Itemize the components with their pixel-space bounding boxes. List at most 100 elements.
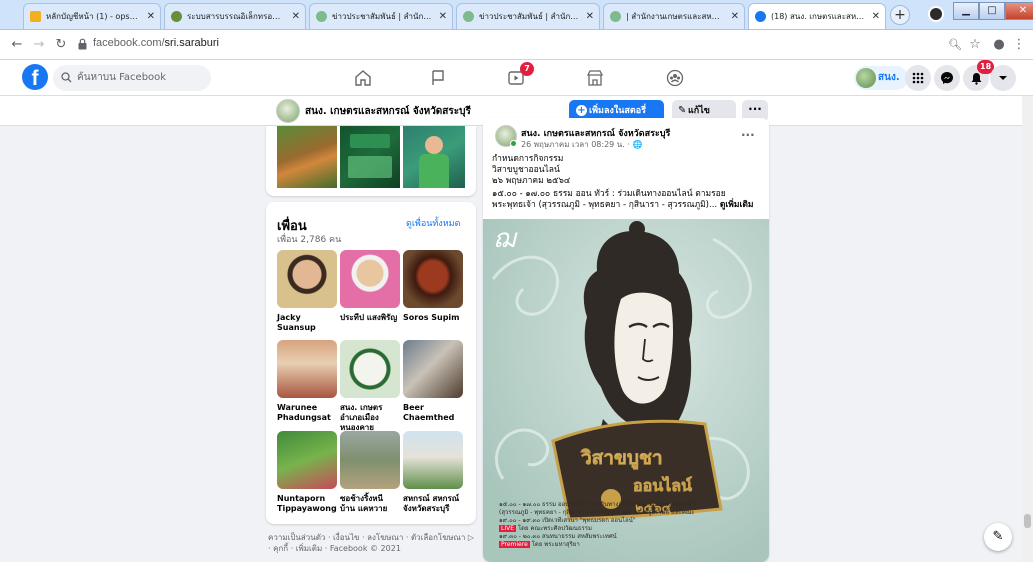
browser-tab[interactable]: | สำนักงานเกษตรและสหกรณ์ จังหวัด ✕ — [603, 3, 745, 29]
scrollbar-thumb[interactable] — [1024, 514, 1031, 528]
tab-favicon-icon — [316, 11, 327, 22]
address-bar: ← → ↻ facebook.com/sri.saraburi 🔍︎ ☆ ● ⋮ — [0, 30, 1033, 60]
account-menu-button[interactable] — [990, 65, 1016, 91]
friend-name[interactable]: Nuntaporn Tippayawong — [277, 494, 337, 514]
friend-photo[interactable] — [340, 431, 400, 489]
nav-watch[interactable]: 7 — [496, 62, 536, 92]
reload-icon[interactable]: ↻ — [52, 36, 70, 54]
see-all-friends-link[interactable]: ดูเพื่อนทั้งหมด — [406, 216, 460, 230]
close-window-button[interactable]: ✕ — [1005, 2, 1033, 20]
friend-name[interactable]: ซอช้างริ้งหนี บ้าน แคหวาย — [340, 494, 400, 514]
post-image[interactable]: ฌ วิสาขบูชา ออนไลน์ ๒๕๖๔ ๑๕.๐๐ - ๑๗.๐๐ ธ… — [483, 219, 769, 562]
friend-photo[interactable] — [277, 340, 337, 398]
maximize-button[interactable]: □ — [979, 2, 1005, 20]
post-body: กำหนดการกิจกรรม วิสาขบูชาออนไลน์ ๒๖ พฤษภ… — [492, 154, 762, 211]
friend-photo[interactable] — [403, 250, 463, 308]
friend-item[interactable]: Soros Supim — [403, 250, 463, 323]
add-to-story-label: เพิ่มลงในสตอรี่ — [589, 106, 646, 116]
page-title[interactable]: สนง. เกษตรและสหกรณ์ จังหวัดสระบุรี — [305, 104, 471, 119]
groups-icon — [666, 69, 684, 87]
tab-title: | สำนักงานเกษตรและสหกรณ์ จังหวัด — [626, 12, 724, 21]
browser-profile-icon[interactable] — [928, 6, 944, 22]
poster-title-line2: ออนไลน์ — [633, 476, 692, 495]
tab-close-icon[interactable]: ✕ — [147, 4, 155, 29]
friend-photo[interactable] — [403, 431, 463, 489]
tab-close-icon[interactable]: ✕ — [731, 4, 739, 29]
browser-tab-active[interactable]: (18) สนง. เกษตรและสหกรณ์ จังหวัด ✕ — [748, 3, 886, 29]
friend-name[interactable]: Soros Supim — [403, 313, 463, 323]
friend-name[interactable]: สนง. เกษตร อำเภอเมือง หนองคาย — [340, 403, 400, 433]
friend-item[interactable]: สหกรณ์ สหกรณ์ จังหวัดสระบุรี — [403, 431, 463, 514]
post-options-button[interactable]: ··· — [741, 128, 755, 142]
page-avatar[interactable] — [276, 99, 300, 123]
new-message-button[interactable]: ✎ — [984, 523, 1012, 551]
browser-tab[interactable]: ข่าวประชาสัมพันธ์ | สำนักงานเกษตร ✕ — [309, 3, 453, 29]
url-host: facebook.com/ — [93, 37, 165, 49]
lock-icon — [78, 38, 87, 50]
avatar — [856, 68, 876, 88]
friend-item[interactable]: Nuntaporn Tippayawong — [277, 431, 337, 514]
friend-photo[interactable] — [340, 340, 400, 398]
post-timestamp[interactable]: 26 พฤษภาคม เวลา 08:29 น. · 🌐 — [521, 138, 642, 151]
friend-item[interactable]: Beer Chaemthed — [403, 340, 463, 423]
friend-photo[interactable] — [403, 340, 463, 398]
friend-name[interactable]: ประทีป แสงพิรัญ — [340, 313, 400, 323]
photo-thumbnail[interactable] — [340, 126, 400, 188]
photo-thumbnail[interactable] — [403, 126, 465, 188]
facebook-footer-links[interactable]: ความเป็นส่วนตัว · เงื่อนไข · ลงโฆษณา · ต… — [268, 532, 478, 554]
friend-name[interactable]: Jacky Suansup — [277, 313, 337, 333]
new-tab-button[interactable]: + — [890, 5, 910, 25]
poster-logo: ฌ — [493, 224, 518, 254]
photo-thumbnail[interactable] — [277, 126, 337, 188]
browser-tab[interactable]: ข่าวประชาสัมพันธ์ | สำนักงานเกษตร ✕ — [456, 3, 600, 29]
facebook-search-input[interactable]: ค้นหาบน Facebook — [53, 65, 211, 91]
premiere-badge: Premiere — [499, 541, 530, 548]
friend-name[interactable]: Warunee Phadungsat — [277, 403, 337, 423]
profile-shortcut-button[interactable]: สนง. — [854, 66, 908, 90]
notifications-button[interactable]: 18 — [963, 60, 995, 91]
friend-photo[interactable] — [340, 250, 400, 308]
schedule-line: โดย คณะพระศิลปวัฒนธรรม — [517, 525, 592, 532]
post-line: ๑๕.๐๐ - ๑๗.๐๐ ธรรม ออน ทัวร์ : ร่วมเดินท… — [492, 189, 726, 210]
nav-pages[interactable] — [418, 64, 458, 92]
tab-close-icon[interactable]: ✕ — [586, 4, 594, 29]
tab-favicon-icon — [610, 11, 621, 22]
url-field[interactable]: facebook.com/sri.saraburi — [93, 37, 219, 49]
friend-photo[interactable] — [277, 431, 337, 489]
search-icon — [61, 72, 72, 83]
menu-button[interactable] — [905, 65, 931, 91]
friend-item[interactable]: Warunee Phadungsat — [277, 340, 337, 423]
browser-tab[interactable]: ระบบสารบรรณอิเล็กทรอนิกส์จังหวัด ✕ — [164, 3, 306, 29]
tab-close-icon[interactable]: ✕ — [292, 4, 300, 29]
page-scrollbar[interactable] — [1022, 96, 1033, 562]
see-more-link[interactable]: ดูเพิ่มเติม — [720, 200, 754, 210]
tab-close-icon[interactable]: ✕ — [872, 4, 880, 29]
tab-favicon-icon — [30, 11, 41, 22]
facebook-logo[interactable]: f — [22, 64, 48, 90]
back-arrow-icon[interactable]: ← — [8, 36, 26, 54]
nav-marketplace[interactable] — [575, 64, 615, 92]
friend-item[interactable]: สนง. เกษตร อำเภอเมือง หนองคาย — [340, 340, 400, 433]
grid-menu-icon — [912, 72, 924, 84]
poster-title-line1: วิสาขบูชา — [581, 447, 663, 470]
zoom-icon[interactable]: 🔍︎ — [946, 36, 964, 54]
pages-flag-icon — [432, 70, 444, 85]
photos-card — [266, 126, 476, 196]
account-icon[interactable]: ● — [990, 36, 1008, 54]
nav-home[interactable] — [343, 64, 383, 92]
nav-groups[interactable] — [655, 64, 695, 92]
browser-tab[interactable]: หลักบัญชีหน้า (1) - opsmoac.go.th ✕ — [23, 3, 161, 29]
messenger-button[interactable] — [934, 65, 960, 91]
friend-item[interactable]: Jacky Suansup — [277, 250, 337, 333]
tab-close-icon[interactable]: ✕ — [439, 4, 447, 29]
browser-menu-icon[interactable]: ⋮ — [1010, 36, 1028, 54]
bookmark-star-icon[interactable]: ☆ — [966, 36, 984, 54]
friend-item[interactable]: ประทีป แสงพิรัญ — [340, 250, 400, 323]
forward-arrow-icon[interactable]: → — [30, 36, 48, 54]
minimize-button[interactable]: ▁ — [953, 2, 979, 20]
friend-photo[interactable] — [277, 250, 337, 308]
friend-name[interactable]: Beer Chaemthed — [403, 403, 463, 423]
friend-name[interactable]: สหกรณ์ สหกรณ์ จังหวัดสระบุรี — [403, 494, 463, 514]
friend-item[interactable]: ซอช้างริ้งหนี บ้าน แคหวาย — [340, 431, 400, 514]
post-line: ๒๖ พฤษภาคม ๒๕๖๔ — [492, 176, 571, 186]
